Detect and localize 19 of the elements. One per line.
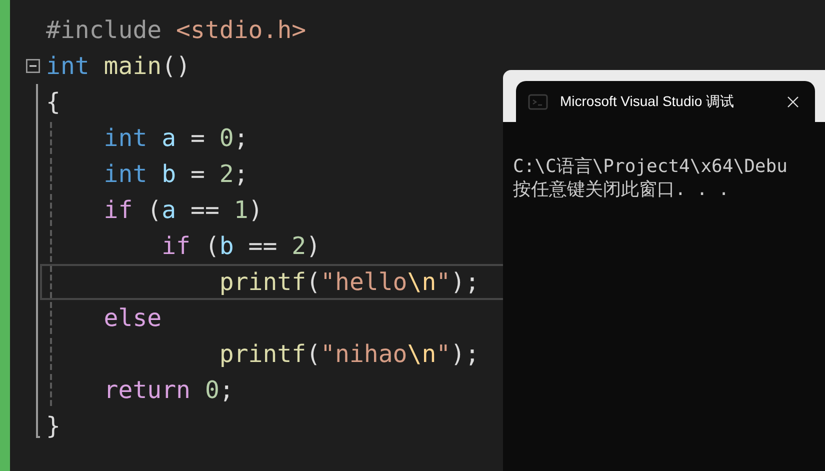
code-line: #include <stdio.h> — [46, 15, 306, 45]
console-output-line: 按任意键关闭此窗口. . . — [513, 178, 730, 201]
code-line: int a = 0; — [102, 123, 248, 153]
window-title: Microsoft Visual Studio 调试 — [560, 92, 734, 111]
code-line: else — [102, 303, 162, 333]
code-line: if (b == 2) — [160, 231, 321, 261]
console-output-line: C:\C语言\Project4\x64\Debu — [513, 155, 788, 178]
code-line: if (a == 1) — [102, 195, 263, 225]
terminal-tab[interactable]: Microsoft Visual Studio 调试 — [516, 81, 815, 122]
code-line: int b = 2; — [102, 159, 248, 189]
terminal-icon — [528, 94, 548, 110]
code-line: return 0; — [102, 375, 234, 405]
code-line: int main() — [46, 51, 191, 81]
code-line: printf("hello\n"); — [218, 267, 480, 297]
close-icon — [787, 96, 799, 108]
collapse-icon[interactable] — [26, 56, 40, 76]
code-line: { — [46, 87, 60, 117]
code-line: printf("nihao\n"); — [218, 339, 480, 369]
code-line: } — [46, 411, 60, 441]
